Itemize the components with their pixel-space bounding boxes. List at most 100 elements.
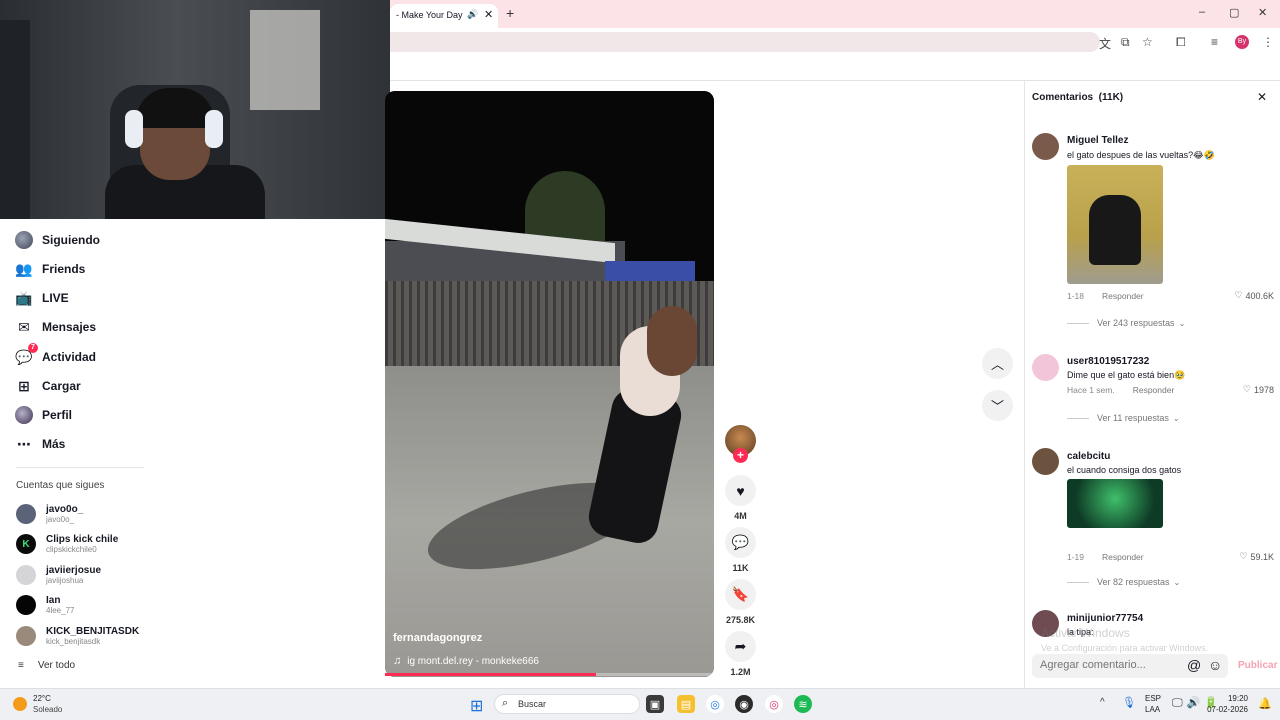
view-replies-link[interactable]: Ver 243 respuestas ⌄ [1067,318,1185,328]
reply-link[interactable]: Responder [1102,552,1144,562]
close-window-button[interactable]: ✕ [1258,6,1267,19]
input-layout[interactable]: LAA [1145,705,1160,714]
new-tab-button[interactable]: + [506,5,514,21]
following-account[interactable]: javo0o_ javo0o_ [16,501,83,527]
headphone-right [205,110,223,148]
messages-icon: ✉ [18,318,30,335]
windows-activation-title: Activar Windows [1041,626,1130,640]
account-avatar [16,595,36,615]
comment-image-green[interactable] [1067,479,1163,528]
nav-label: Friends [42,262,86,276]
account-name: KICK_BENJITASDK [46,626,140,637]
video-music[interactable]: ♫ ig mont.del.rey - monkeke666 [393,655,539,667]
following-account[interactable]: K Clips kick chile clipskickchile0 [16,531,118,557]
view-replies-link[interactable]: Ver 82 respuestas ⌄ [1067,577,1180,587]
see-all-label: Ver todo [37,660,76,671]
weather-desc[interactable]: Soleado [33,705,62,714]
comment-image-cat[interactable] [1067,165,1163,284]
nav-cargar[interactable]: ⊞ Cargar [14,374,81,398]
reply-link[interactable]: Responder [1102,291,1144,301]
nav-mensajes[interactable]: ✉ Mensajes [14,315,96,339]
following-account[interactable]: javiierjosue javiijoshua [16,562,101,588]
comment-avatar[interactable] [1032,133,1059,160]
nav-live[interactable]: 📺 LIVE [14,286,68,310]
account-avatar [16,626,36,646]
comment-time: 1-19 [1067,552,1085,562]
profile-avatar[interactable]: By [1235,35,1249,49]
comment-user[interactable]: minijunior77754 [1067,613,1143,624]
comment-likes[interactable]: ♡ 1978 [1243,384,1274,395]
video-player[interactable] [385,91,714,677]
comment-avatar[interactable] [1032,448,1059,475]
nav-friends[interactable]: 👥 Friends [14,257,85,281]
microphone-icon[interactable]: 🎙 [1122,696,1136,709]
account-avatar: K [16,534,36,554]
tray-chevron-up-icon[interactable]: ^ [1100,697,1105,708]
weather-sun-icon[interactable] [13,697,27,711]
following-account[interactable]: KICK_BENJITASDK kick_benjitasdk [16,623,139,649]
nav-perfil[interactable]: Perfil [14,403,72,427]
chrome-icon[interactable]: ◎ [706,695,724,713]
input-language[interactable]: ESP [1145,694,1161,703]
translate-icon[interactable]: 文 [1099,35,1111,52]
friends-icon: 👥 [15,260,33,277]
post-comment-button[interactable]: Publicar [1238,660,1277,671]
obs-icon[interactable]: ◉ [735,695,753,713]
spotify-icon[interactable]: ≋ [794,695,812,713]
nav-mas[interactable]: ⋯ Más [14,432,65,456]
nav-siguiendo[interactable]: Siguiendo [14,228,100,252]
comment-button[interactable]: 💬 [725,527,756,558]
close-comments-icon[interactable]: ✕ [1257,90,1267,104]
following-account[interactable]: Ian 4lee_77 [16,592,74,618]
share-button[interactable]: ➦ [725,631,756,662]
menu-kebab-icon[interactable]: ⋮ [1262,35,1274,49]
notification-bell-icon[interactable]: 🔔 [1258,697,1272,710]
bookmark-count: 275.8K [725,615,756,625]
next-video-button[interactable]: ﹀ [982,390,1013,421]
like-button[interactable]: ♥ [725,475,756,506]
follow-plus-button[interactable]: + [733,448,748,463]
reply-link[interactable]: Responder [1133,385,1175,395]
task-view-icon[interactable]: ▣ [646,695,664,713]
browser-tab[interactable]: - Make Your Day 🔊 ✕ [390,4,498,28]
speaker-icon[interactable]: 🔊 [467,9,478,20]
clock-time[interactable]: 19:20 [1214,694,1248,703]
address-input[interactable] [390,32,1100,52]
comment-likes[interactable]: ♡ 59.1K [1239,551,1274,562]
nav-label: Cargar [42,379,81,393]
mention-icon[interactable]: @ [1187,657,1201,673]
windows-start-icon[interactable]: ⊞ [470,696,483,716]
video-author[interactable]: fernandagongrez [393,632,482,644]
weather-temp[interactable]: 22°C [33,694,51,703]
comment-input[interactable] [1040,659,1182,671]
account-handle: javiijoshua [46,576,84,585]
file-explorer-icon[interactable]: ▤ [677,695,695,713]
close-tab-icon[interactable]: ✕ [484,8,493,21]
comment-likes[interactable]: ♡ 400.6K [1234,290,1274,301]
reply-line [1067,581,1089,583]
nav-actividad[interactable]: 💬 7 Actividad [14,343,96,369]
nav-label: Perfil [42,408,73,422]
previous-video-button[interactable]: ︿ [982,348,1013,379]
comment-user[interactable]: calebcitu [1067,451,1110,462]
account-handle: clipskickchile0 [46,545,97,554]
minimize-button[interactable]: – [1199,6,1205,18]
emoji-icon[interactable]: ☺ [1208,657,1222,673]
view-replies-link[interactable]: Ver 11 respuestas ⌄ [1067,413,1180,423]
comment-avatar[interactable] [1032,354,1059,381]
clock-date[interactable]: 07-02-2026 [1206,705,1248,714]
comment-user[interactable]: user81019517232 [1067,356,1149,367]
live-icon: 📺 [15,289,33,306]
maximize-button[interactable]: ▢ [1229,6,1239,19]
bookmark-star-icon[interactable]: ☆ [1142,35,1153,49]
chrome-profile-icon[interactable]: ◎ [765,695,783,713]
reply-line [1067,322,1089,324]
see-all-link[interactable]: ≡ Ver todo [18,660,75,671]
cast-icon[interactable]: ⧉ [1121,35,1130,50]
reading-list-icon[interactable]: ≡ [1211,35,1218,49]
account-name: javo0o_ [46,504,84,515]
extensions-icon[interactable]: ⧠ [1176,35,1186,50]
comment-user[interactable]: Miguel Tellez [1067,135,1129,146]
taskbar-search[interactable] [494,694,640,714]
bookmark-button[interactable]: 🔖 [725,579,756,610]
